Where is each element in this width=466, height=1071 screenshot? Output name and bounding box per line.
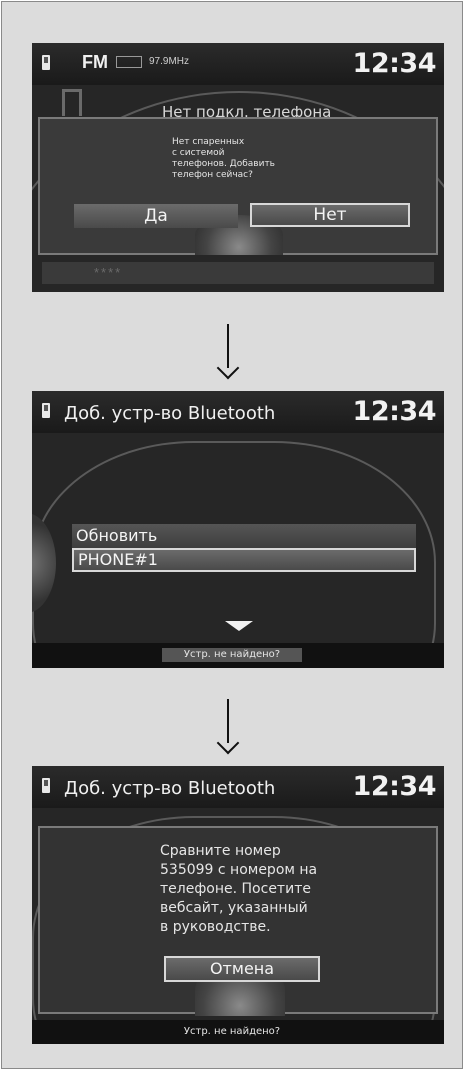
list-item-label: Обновить (76, 526, 158, 545)
background-status-text: Нет подкл. телефона (162, 103, 332, 117)
list-item-phone1[interactable]: PHONE#1 (72, 548, 416, 572)
band-label: FM (82, 52, 108, 72)
clock: 12:34 (352, 396, 437, 427)
clock: 12:34 (352, 48, 437, 79)
list-item-label: PHONE#1 (78, 550, 158, 569)
instruction-panel: FM 97.9MHz 12:34 Нет подкл. телефона Нет… (1, 1, 463, 1069)
clock: 12:34 (352, 771, 437, 802)
phone-icon (42, 778, 50, 793)
screen-title: Доб. устр-во Bluetooth (64, 778, 276, 799)
stars-indicator: **** (94, 265, 123, 280)
phone-outline-icon (62, 89, 82, 116)
screen-title: Доб. устр-во Bluetooth (64, 403, 276, 424)
cancel-button[interactable]: Отмена (164, 956, 320, 982)
down-arrow-2 (216, 699, 240, 755)
screen-pairing-prompt: FM 97.9MHz 12:34 Нет подкл. телефона Нет… (32, 43, 444, 292)
dialog-message: Нет спаренных с системой телефонов. Доба… (172, 137, 275, 180)
pairing-dialog: Нет спаренных с системой телефонов. Доба… (38, 117, 438, 255)
phone-icon (42, 55, 50, 70)
hd-radio-icon (116, 56, 142, 68)
frequency-label: 97.9MHz (149, 56, 190, 67)
scroll-down-icon[interactable] (225, 621, 253, 631)
code-dialog: Сравните номер 535099 с номером на телеф… (38, 826, 438, 1016)
screen-compare-code: Доб. устр-во Bluetooth 12:34 Сравните но… (32, 766, 444, 1044)
device-not-found-link[interactable]: Устр. не найдено? (162, 1025, 302, 1039)
yes-button[interactable]: Да (74, 204, 238, 228)
no-button[interactable]: Нет (250, 203, 410, 227)
device-not-found-link[interactable]: Устр. не найдено? (162, 648, 302, 662)
down-arrow-1 (216, 324, 240, 380)
dialog-message: Сравните номер 535099 с номером на телеф… (160, 843, 318, 935)
screen-add-device: Доб. устр-во Bluetooth 12:34 Обновить PH… (32, 391, 444, 668)
list-item-refresh[interactable]: Обновить (72, 524, 416, 548)
phone-icon (42, 403, 50, 418)
